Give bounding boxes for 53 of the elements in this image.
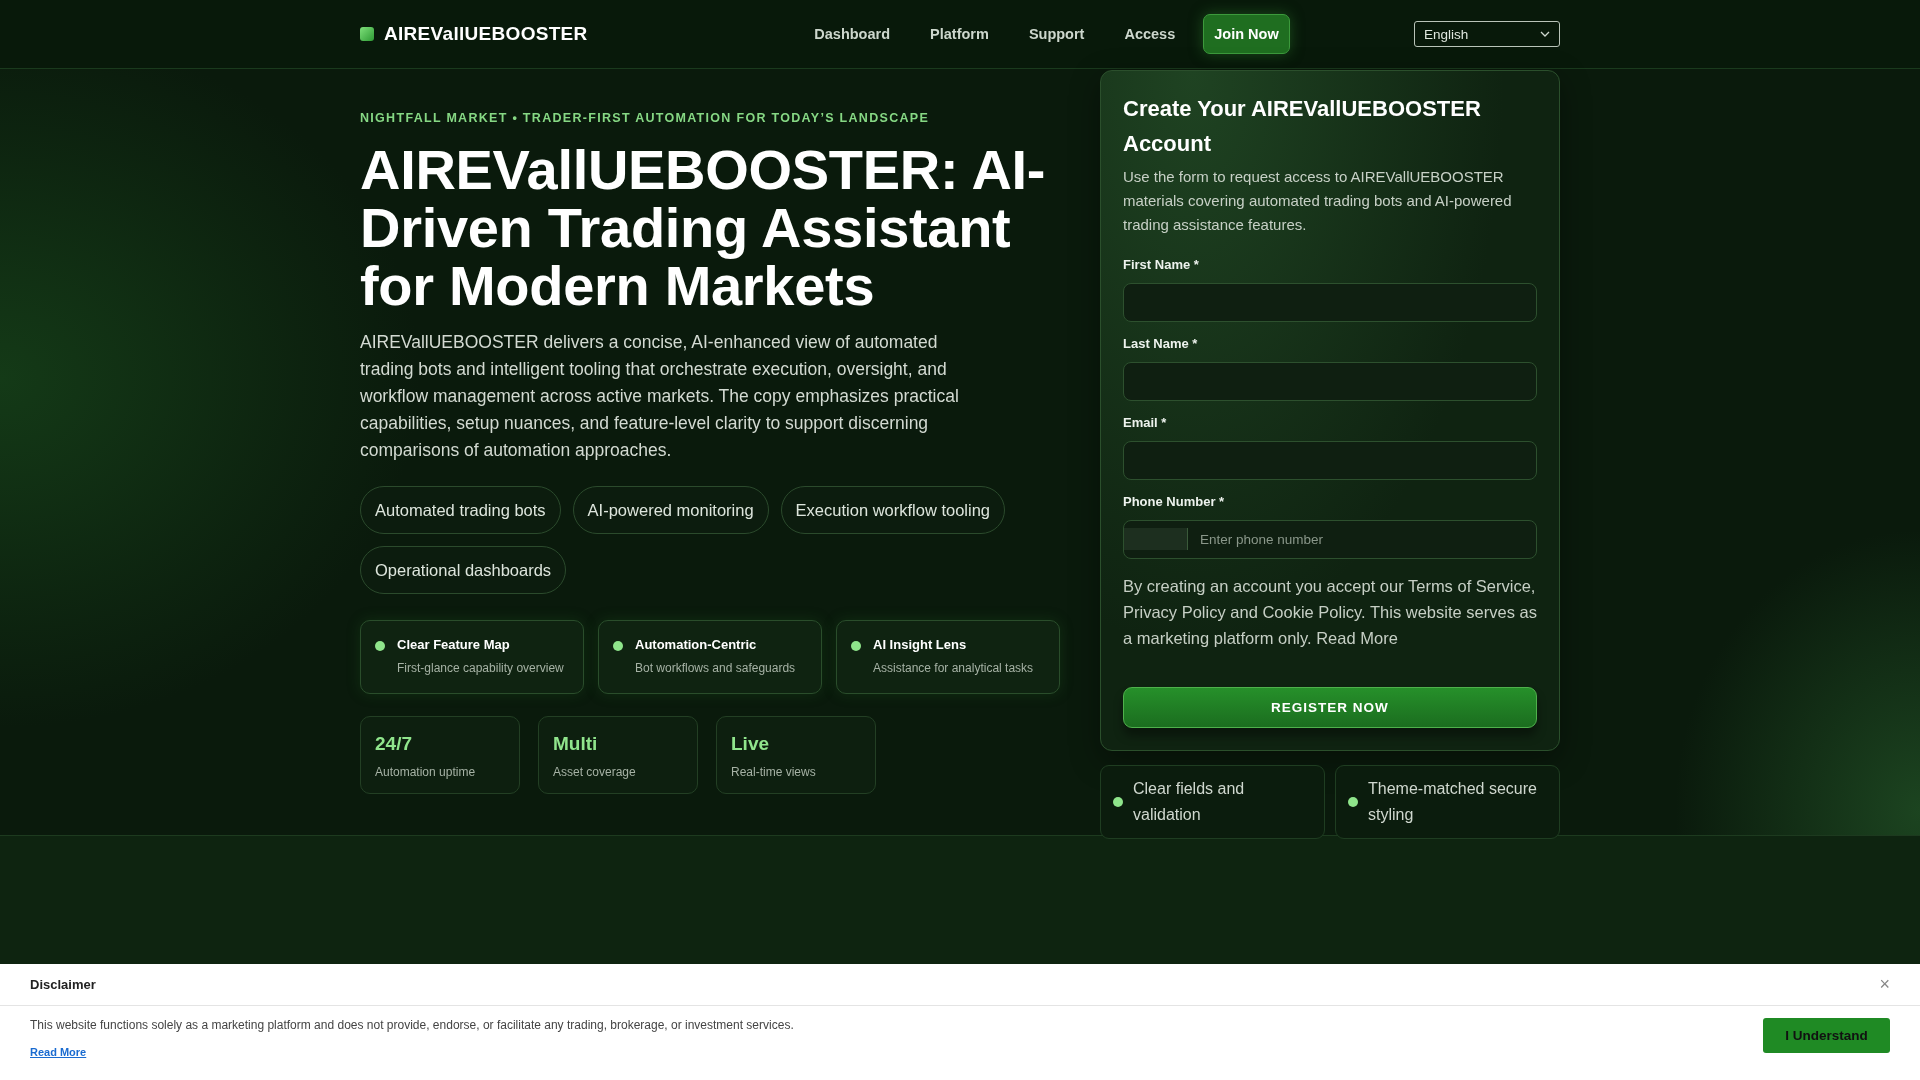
nav-link[interactable]: Support — [1028, 26, 1085, 42]
register-button[interactable]: REGISTER NOW — [1123, 687, 1537, 728]
stat-label: Real-time views — [731, 765, 817, 779]
feature-subtitle: Bot workflows and safeguards — [635, 661, 796, 675]
form-title: Create Your AIREVallUEBOOSTER Account — [1123, 95, 1482, 158]
logo-text: AIREVallUEBOOSTER — [384, 23, 588, 45]
field-label: Email * — [1123, 415, 1168, 430]
note-text: Clear fields and validation — [1133, 779, 1246, 825]
feature-title: Clear Feature Map — [397, 637, 511, 652]
field-label: Phone Number * — [1123, 494, 1226, 509]
feature-title: Automation-Centric — [635, 637, 758, 652]
input-field[interactable] — [1123, 283, 1537, 322]
feature-chip: Operational dashboards — [360, 546, 567, 594]
consent-text: By creating an account you accept our Terms of Service, Privacy Policy and Cookie Policy. This website serves as a marketing platform only. Read More — [1123, 576, 1537, 649]
dot-icon — [1348, 797, 1358, 807]
feature-chip: Automated trading bots — [360, 486, 561, 534]
note-text: Theme-matched secure styling — [1368, 779, 1538, 825]
understand-button[interactable]: I Understand — [1763, 1018, 1890, 1053]
form-description: Use the form to request access to AIREVallUEBOOSTER materials covering automated trading bots and AI-powered trading assistance features. — [1123, 167, 1513, 235]
hero-description: AIREVallUEBOOSTER delivers a concise, AI-enhanced view of automated trading bots and intelligent tooling that orchestrate execution, oversight, and workflow management across active markets. The copy emphasizes practical capabilities, setup nuances, and feature-level clarity to support discerning comparisons of automation approaches. — [360, 331, 960, 462]
input-field[interactable] — [1123, 362, 1537, 401]
read-more-link[interactable]: Read More — [30, 1046, 87, 1058]
stat-value: Live — [731, 733, 771, 755]
nav-link[interactable]: Platform — [930, 26, 989, 42]
feature-subtitle: First-glance capability overview — [397, 661, 564, 675]
join-button[interactable]: Join Now — [1203, 14, 1290, 54]
feature-chip: AI-powered monitoring — [572, 486, 769, 534]
dot-icon — [375, 641, 385, 651]
feature-subtitle: Assistance for analytical tasks — [873, 661, 1034, 675]
eyebrow-text: NIGHTFALL MARKET • TRADER-FIRST AUTOMATION FOR TODAY’S LANDSCAPE — [360, 111, 931, 125]
dot-icon — [613, 641, 623, 651]
disclaimer-title: Disclaimer — [30, 977, 96, 992]
nav-link[interactable]: Dashboard — [814, 26, 891, 42]
stat-value: Multi — [553, 733, 599, 755]
feature-chip: Execution workflow tooling — [780, 486, 1006, 534]
disclaimer-text: This website functions solely as a marketing platform and does not provide, endorse, or facilitate any trading, brokerage, or investment services. — [30, 1018, 794, 1032]
feature-title: AI Insight Lens — [873, 637, 968, 652]
close-button[interactable]: × — [1879, 974, 1890, 995]
stat-value: 24/7 — [375, 733, 413, 755]
country-code-select[interactable] — [1124, 528, 1188, 550]
stat-label: Asset coverage — [553, 765, 637, 779]
caret-icon — [1540, 31, 1550, 37]
dot-icon — [851, 641, 861, 651]
stat-label: Automation uptime — [375, 765, 477, 779]
language-select[interactable]: English — [1414, 21, 1560, 47]
dot-icon — [1113, 797, 1123, 807]
field-label: Last Name * — [1123, 336, 1199, 351]
phone-field[interactable]: Enter phone number — [1123, 520, 1537, 559]
input-field[interactable] — [1123, 441, 1537, 480]
hero-title: AIREVallUEBOOSTER: AI-Driven Trading Assistant for Modern Markets — [360, 141, 1047, 315]
logo-icon — [360, 27, 374, 41]
field-label: First Name * — [1123, 257, 1200, 272]
nav-link[interactable]: Access — [1124, 26, 1176, 42]
